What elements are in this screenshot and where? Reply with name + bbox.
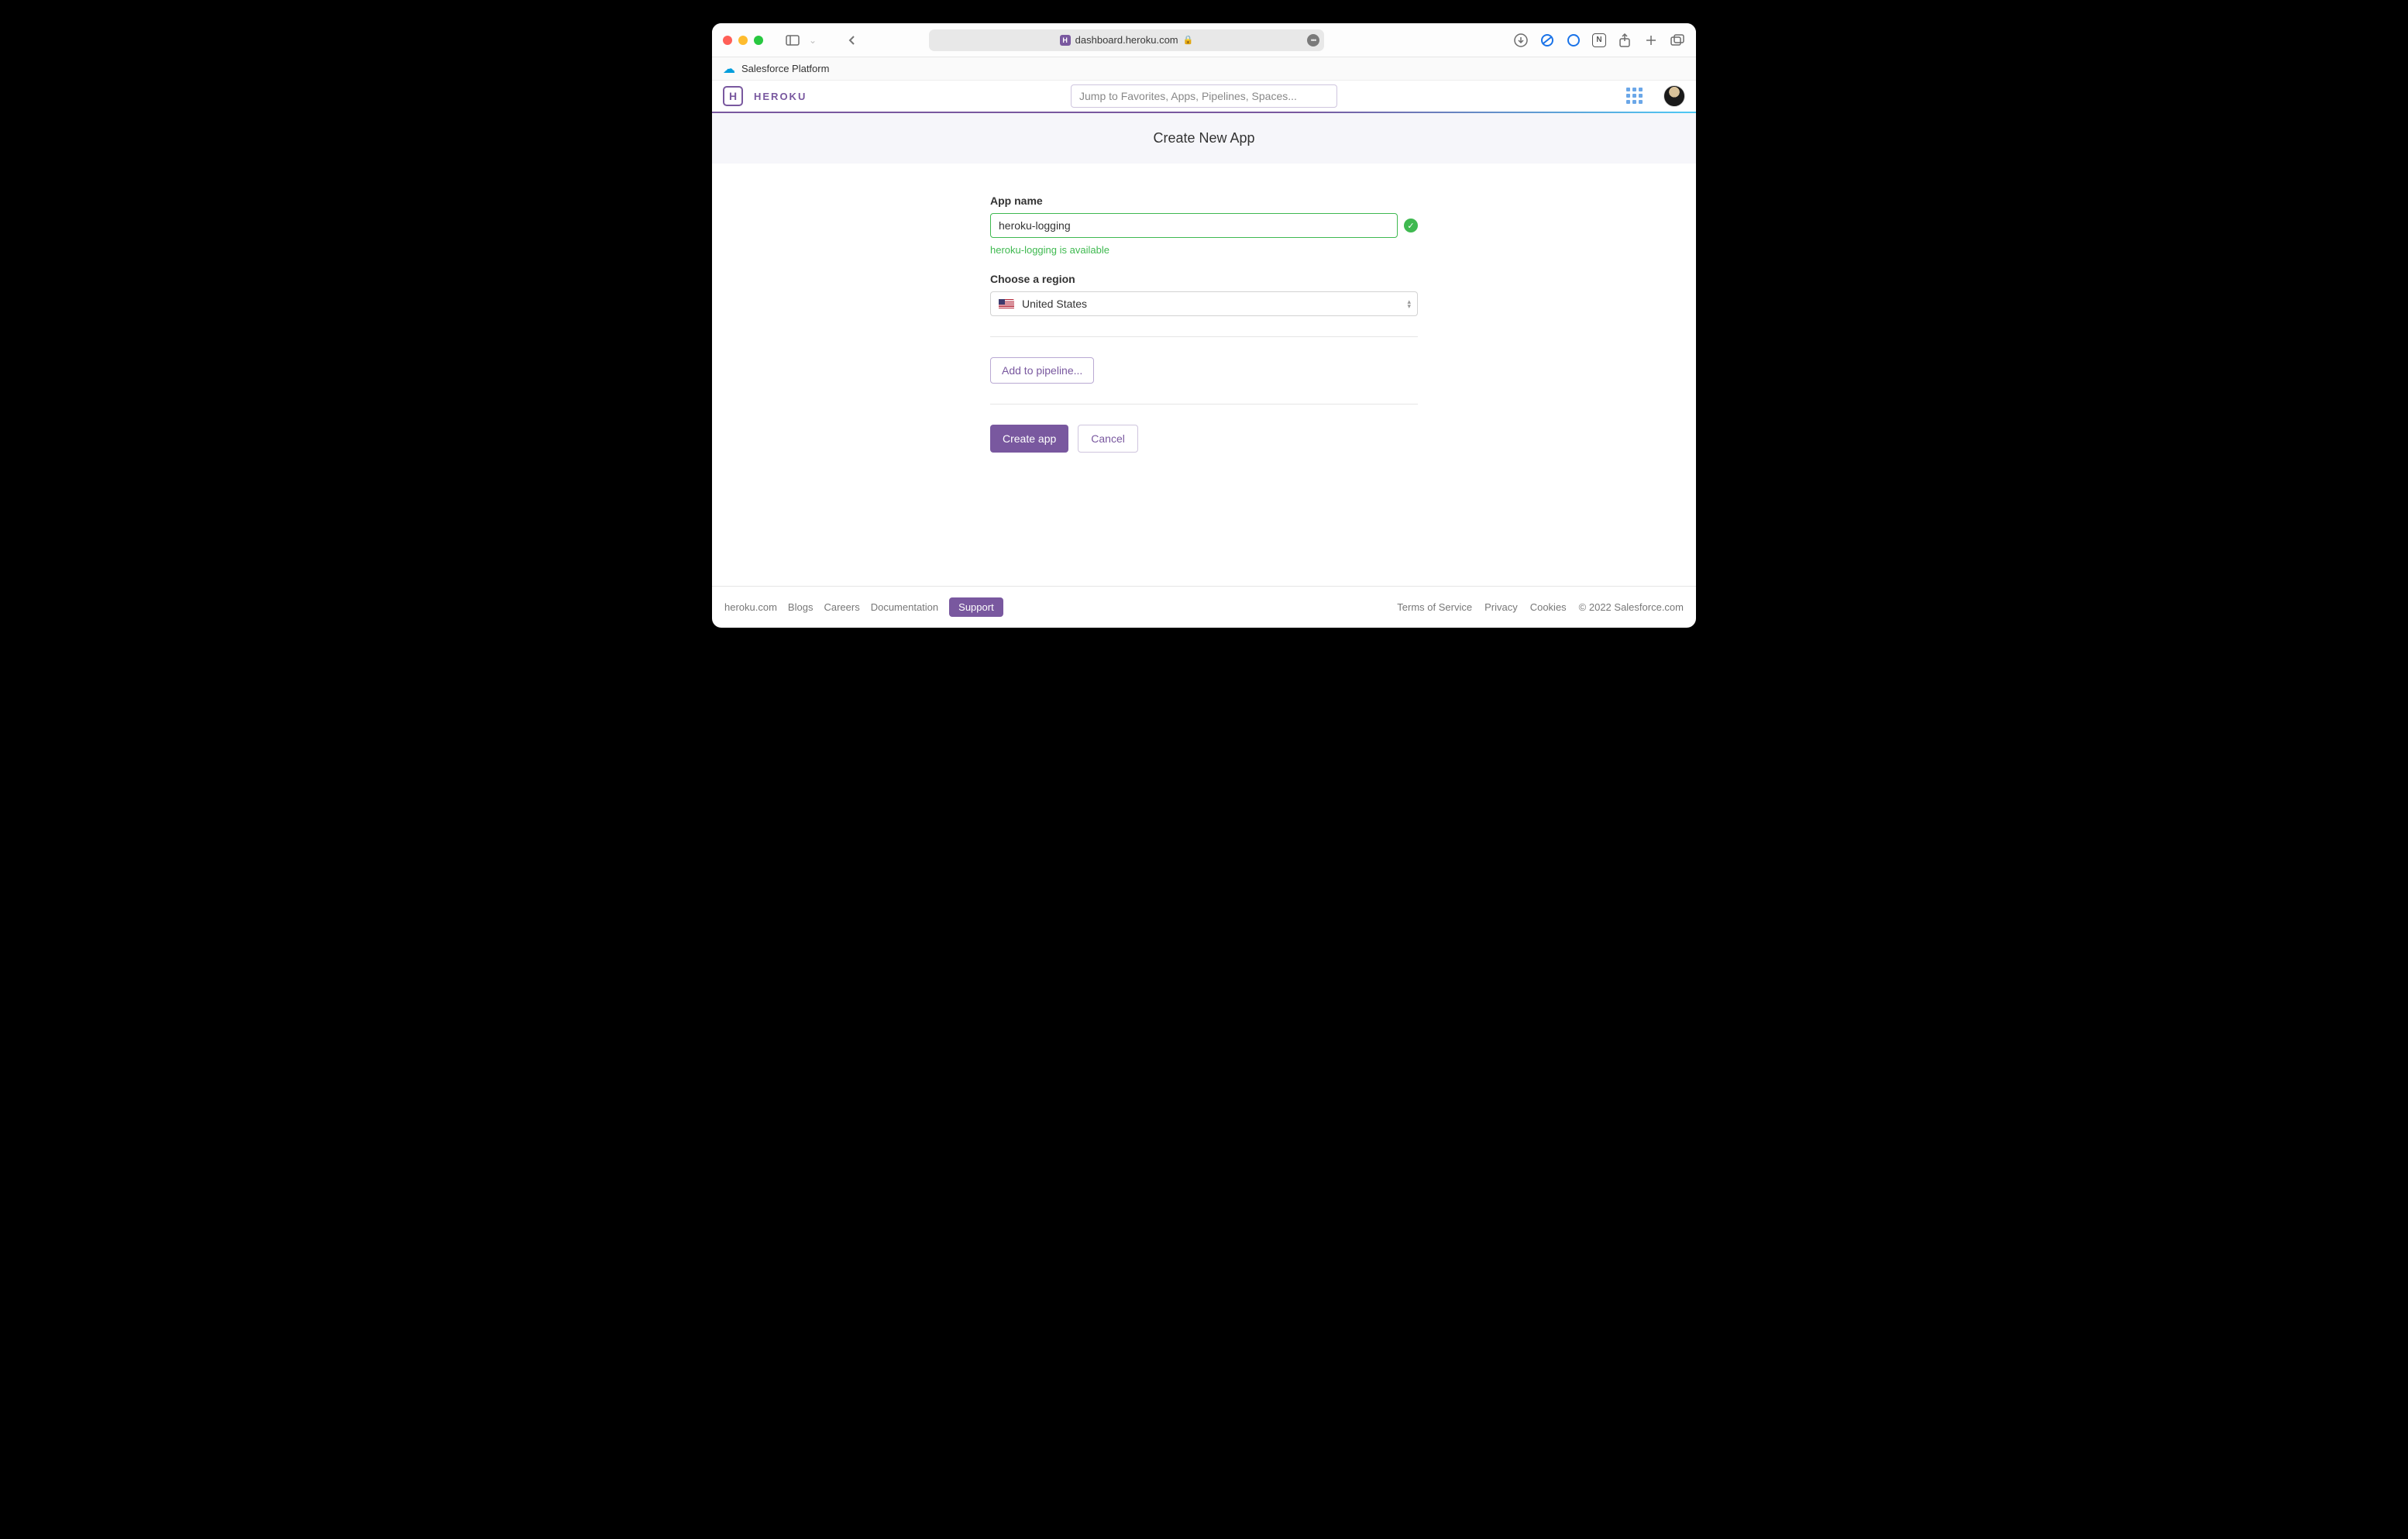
salesforce-label: Salesforce Platform bbox=[741, 63, 829, 74]
check-circle-icon: ✓ bbox=[1404, 219, 1418, 232]
footer-link-tos[interactable]: Terms of Service bbox=[1397, 601, 1472, 613]
page-title: Create New App bbox=[1153, 130, 1254, 146]
safari-toolbar: ⌄ H dashboard.heroku.com 🔒 ••• N bbox=[712, 23, 1696, 57]
select-arrows-icon: ▴▾ bbox=[1407, 299, 1411, 308]
tabs-icon[interactable] bbox=[1670, 33, 1685, 48]
heroku-brand-text[interactable]: HEROKU bbox=[754, 91, 807, 102]
add-to-pipeline-button[interactable]: Add to pipeline... bbox=[990, 357, 1094, 384]
footer: heroku.com Blogs Careers Documentation S… bbox=[712, 586, 1696, 628]
downloads-icon[interactable] bbox=[1513, 33, 1529, 48]
url-bar[interactable]: H dashboard.heroku.com 🔒 ••• bbox=[929, 29, 1324, 51]
app-name-input[interactable] bbox=[990, 213, 1398, 238]
footer-link-documentation[interactable]: Documentation bbox=[871, 601, 938, 613]
region-select[interactable]: United States ▴▾ bbox=[990, 291, 1418, 316]
footer-link-blogs[interactable]: Blogs bbox=[788, 601, 814, 613]
footer-copyright: © 2022 Salesforce.com bbox=[1579, 601, 1684, 613]
us-flag-icon bbox=[999, 299, 1014, 309]
heroku-favicon-icon: H bbox=[1060, 35, 1071, 46]
divider bbox=[990, 404, 1418, 405]
sidebar-toggle-icon[interactable] bbox=[783, 31, 802, 50]
availability-text: is available bbox=[1057, 244, 1109, 256]
footer-right: Terms of Service Privacy Cookies © 2022 … bbox=[1397, 601, 1684, 613]
region-label: Choose a region bbox=[990, 273, 1418, 285]
notion-extension-icon[interactable]: N bbox=[1592, 33, 1606, 47]
global-search-input[interactable] bbox=[1071, 84, 1337, 108]
extension-circle-icon[interactable] bbox=[1539, 33, 1555, 48]
availability-message: heroku-logging is available bbox=[990, 244, 1418, 256]
heroku-logo-icon[interactable]: H bbox=[723, 86, 743, 106]
window-controls bbox=[723, 36, 763, 45]
footer-link-cookies[interactable]: Cookies bbox=[1530, 601, 1567, 613]
extension-info-icon[interactable] bbox=[1566, 33, 1581, 48]
create-app-form: App name ✓ heroku-logging is available C… bbox=[990, 195, 1418, 453]
browser-window: ⌄ H dashboard.heroku.com 🔒 ••• N ☁ Sales… bbox=[712, 23, 1696, 628]
salesforce-bar: ☁ Salesforce Platform bbox=[712, 57, 1696, 81]
back-button[interactable] bbox=[842, 31, 861, 50]
create-app-button[interactable]: Create app bbox=[990, 425, 1068, 453]
page-settings-icon[interactable]: ••• bbox=[1307, 34, 1319, 46]
availability-app-name: heroku-logging bbox=[990, 244, 1057, 256]
share-icon[interactable] bbox=[1617, 33, 1632, 48]
heroku-header: H HEROKU bbox=[712, 81, 1696, 113]
footer-link-privacy[interactable]: Privacy bbox=[1484, 601, 1518, 613]
region-value: United States bbox=[1022, 298, 1087, 310]
lock-icon: 🔒 bbox=[1183, 35, 1194, 45]
cancel-button[interactable]: Cancel bbox=[1078, 425, 1138, 453]
footer-link-heroku[interactable]: heroku.com bbox=[724, 601, 777, 613]
divider bbox=[990, 336, 1418, 337]
sidebar-dropdown-icon[interactable]: ⌄ bbox=[803, 31, 822, 50]
minimize-window-button[interactable] bbox=[738, 36, 748, 45]
page-title-bar: Create New App bbox=[712, 113, 1696, 164]
salesforce-cloud-icon: ☁ bbox=[723, 61, 735, 77]
close-window-button[interactable] bbox=[723, 36, 732, 45]
footer-link-careers[interactable]: Careers bbox=[824, 601, 859, 613]
user-avatar[interactable] bbox=[1663, 85, 1685, 107]
url-text: dashboard.heroku.com bbox=[1075, 34, 1178, 46]
footer-left-links: heroku.com Blogs Careers Documentation bbox=[724, 601, 938, 613]
app-name-label: App name bbox=[990, 195, 1418, 207]
new-tab-icon[interactable] bbox=[1643, 33, 1659, 48]
support-button[interactable]: Support bbox=[949, 597, 1003, 617]
maximize-window-button[interactable] bbox=[754, 36, 763, 45]
safari-right-icons: N bbox=[1513, 33, 1685, 48]
app-switcher-icon[interactable] bbox=[1626, 88, 1643, 105]
